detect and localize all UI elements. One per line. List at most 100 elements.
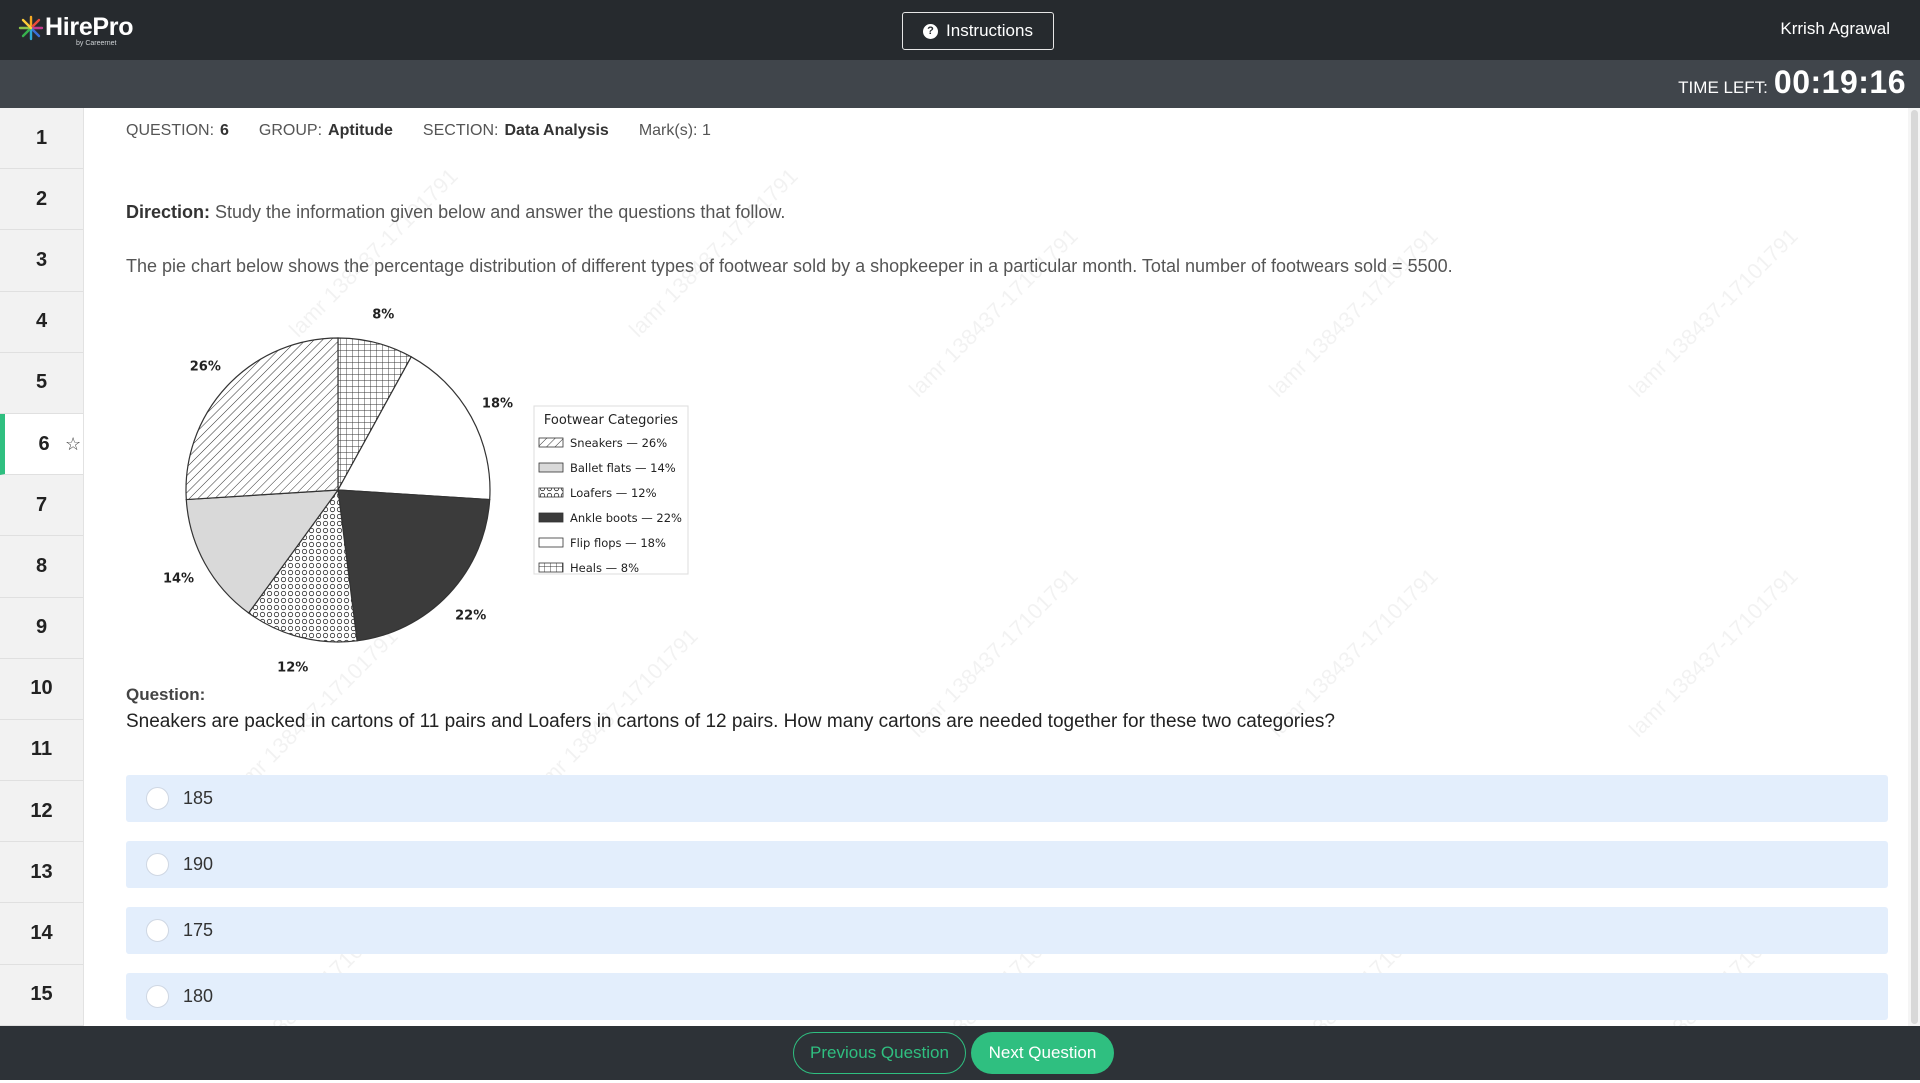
watermark-text: lamr 138437-17101791 <box>1624 223 1803 402</box>
meta-question-value: 6 <box>220 122 229 139</box>
question-circle-icon: ? <box>923 23 939 39</box>
direction-label: Direction: <box>126 202 211 222</box>
previous-question-button[interactable]: Previous Question <box>793 1032 966 1074</box>
question-nav-number: 14 <box>30 922 53 945</box>
direction: Direction: Study the information given b… <box>126 202 785 223</box>
question-nav-number: 11 <box>30 738 53 761</box>
meta-section-label: SECTION: <box>422 122 499 139</box>
question-nav-number: 6 <box>38 432 50 455</box>
legend-title: Footwear Categories <box>544 413 678 428</box>
chart-description: The pie chart below shows the percentage… <box>126 256 1453 276</box>
pie-value-label: 18% <box>482 396 513 411</box>
meta-section-value: Data Analysis <box>504 122 609 139</box>
question-nav-item[interactable]: 15 <box>0 965 83 1026</box>
question-nav-item[interactable]: 9 <box>0 598 83 659</box>
question-nav-item[interactable]: 3 <box>0 230 83 292</box>
legend-swatch <box>538 462 564 473</box>
question-nav-item[interactable]: 11 <box>0 720 83 782</box>
question-nav-item[interactable]: 8 <box>0 536 83 598</box>
question-nav-number: 7 <box>35 493 48 516</box>
logo-subtext: by Careernet <box>76 40 117 47</box>
pie-value-label: 14% <box>163 572 194 587</box>
question-nav-item[interactable]: 14 <box>0 903 83 965</box>
answer-option[interactable]: 175 <box>126 907 1888 954</box>
meta-group-label: GROUP: <box>258 122 323 139</box>
question-nav-number: 1 <box>35 126 48 149</box>
timer-value: 00:19:16 <box>1773 64 1906 100</box>
radio-button[interactable] <box>146 919 169 942</box>
legend-label: Flip flops — 18% <box>570 536 666 550</box>
answer-option[interactable]: 185 <box>126 775 1888 822</box>
question-nav-item[interactable]: 1 <box>0 108 83 170</box>
question-nav-number: 5 <box>35 371 48 394</box>
legend-label: Heals — 8% <box>570 561 639 575</box>
top-bar: HirePro by Careernet ? Instructions Krri… <box>0 0 1920 60</box>
hirepro-logo: HirePro by Careernet <box>18 13 134 47</box>
question-nav-item[interactable]: 2 <box>0 169 83 231</box>
question-nav-item[interactable]: 7 <box>0 475 83 537</box>
legend-label: Sneakers — 26% <box>570 436 667 450</box>
radio-button[interactable] <box>146 853 169 876</box>
answer-option[interactable]: 180 <box>126 973 1888 1020</box>
legend-swatch <box>538 537 564 548</box>
meta-marks-value: 1 <box>701 122 711 139</box>
next-question-button[interactable]: Next Question <box>971 1032 1114 1074</box>
question-nav-number: 12 <box>30 799 53 822</box>
pie-value-label: 26% <box>190 359 221 374</box>
answer-option-text: 190 <box>183 854 214 874</box>
direction-text: Study the information given below and an… <box>215 202 786 222</box>
question-nav-number: 8 <box>35 554 48 577</box>
meta-question: QUESTION: 6 <box>126 122 229 140</box>
meta-marks: Mark(s): 1 <box>639 122 711 140</box>
legend-label: Ballet flats — 14% <box>570 461 676 475</box>
scrollbar-thumb[interactable] <box>1911 110 1918 1024</box>
footwear-pie-chart: 8% 18% 22% 12% 14% 26% Footwear Categories Sne… <box>163 308 689 675</box>
timer-label: TIME LEFT: <box>1678 78 1768 97</box>
question-nav-number: 15 <box>30 983 53 1006</box>
answer-option[interactable]: 190 <box>126 841 1888 888</box>
answer-option-text: 180 <box>183 986 214 1006</box>
question-nav-number: 3 <box>35 248 48 271</box>
meta-marks-label: Mark(s): <box>638 122 698 139</box>
question-nav-number: 4 <box>35 310 48 333</box>
question-nav-sidebar: 1 2 3 4 5 6 ☆ 7 8 9 10 11 12 13 14 15 <box>0 108 84 1026</box>
question-nav-item[interactable]: 13 <box>0 842 83 904</box>
radio-button[interactable] <box>146 787 169 810</box>
question-nav-number: 2 <box>35 187 48 210</box>
answer-option-text: 175 <box>183 920 214 940</box>
timer-bar: TIME LEFT: 00:19:16 <box>0 60 1920 108</box>
question-label: Question: <box>126 685 206 704</box>
user-name: Krrish Agrawal <box>1780 19 1890 38</box>
question-nav-item[interactable]: 5 <box>0 353 83 414</box>
question-nav-item[interactable]: 4 <box>0 292 83 353</box>
radio-button[interactable] <box>146 985 169 1008</box>
question-text: Sneakers are packed in cartons of 11 pai… <box>126 711 1335 732</box>
instructions-button[interactable]: ? Instructions <box>902 12 1054 50</box>
question-nav-number: 10 <box>30 677 53 700</box>
legend-swatch <box>538 512 564 523</box>
legend-swatch <box>538 562 564 573</box>
pie-value-label: 22% <box>455 609 486 624</box>
watermark-text: lamr 138437-17101791 <box>1624 563 1803 742</box>
question-nav-item[interactable]: 12 <box>0 781 83 843</box>
footer-bar: Previous Question Next Question <box>0 1026 1920 1080</box>
timer: TIME LEFT: 00:19:16 <box>1678 64 1906 101</box>
logo-star-icon <box>18 15 44 41</box>
meta-group: GROUP: Aptitude <box>259 122 393 140</box>
watermark-text: lamr 138437-17101791 <box>1264 223 1443 402</box>
question-nav-item[interactable]: 10 <box>0 659 83 720</box>
pie-value-label: 12% <box>277 660 308 675</box>
question-nav-number: 9 <box>35 616 48 639</box>
legend-label: Ankle boots — 22% <box>570 511 682 525</box>
meta-group-value: Aptitude <box>328 122 393 139</box>
pie-value-label: 8% <box>372 308 394 323</box>
legend-swatch <box>538 437 564 448</box>
answer-options: 185 190 175 180 <box>126 775 1888 1039</box>
question-nav-item[interactable]: 6 ☆ <box>0 413 83 476</box>
question-meta: QUESTION: 6 GROUP: Aptitude SECTION: Data A… <box>126 122 711 140</box>
watermark-text: lamr 138437-17101791 <box>904 223 1083 402</box>
instructions-label: Instructions <box>946 21 1033 40</box>
bookmark-star-icon[interactable]: ☆ <box>65 434 81 455</box>
answer-option-text: 185 <box>183 788 214 808</box>
logo-text: HirePro <box>45 13 134 41</box>
